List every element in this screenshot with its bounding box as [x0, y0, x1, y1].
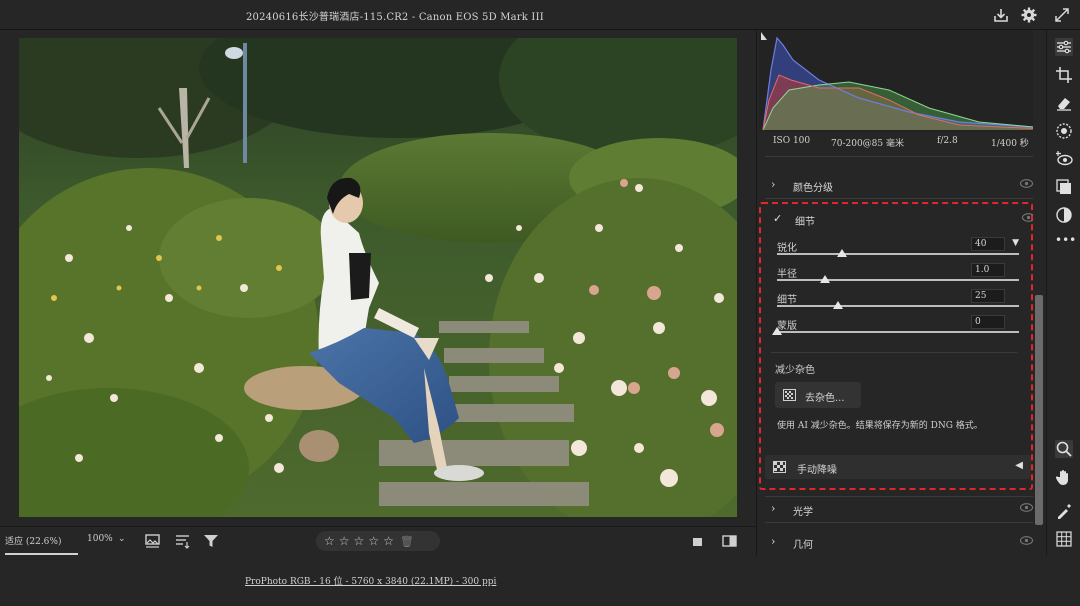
title-bar: 20240616长沙普瑞酒店-115.CR2 - Canon EOS 5D Ma…: [0, 0, 1080, 30]
manual-noise-reduction[interactable]: 手动降噪 ◀: [765, 455, 1031, 479]
slider-track[interactable]: [777, 253, 1019, 255]
divider: [771, 352, 1017, 353]
chevron-right-icon: ›: [771, 502, 776, 515]
slider-label: 细节: [777, 295, 797, 306]
tool-strip: •••: [1046, 30, 1080, 556]
slider-value[interactable]: 1.0: [971, 263, 1005, 277]
slider-thumb[interactable]: [837, 249, 848, 257]
section-detail[interactable]: ✓ 细节: [771, 210, 1036, 230]
section-label: 几何: [793, 540, 813, 551]
trash-icon[interactable]: 🗑: [400, 535, 414, 548]
star-3[interactable]: ☆: [354, 534, 365, 548]
scrollbar-thumb[interactable]: [1035, 295, 1043, 525]
denoise-button-label: 去杂色...: [805, 393, 845, 404]
view-toolbar: 适应 (22.6%) 100% ⌄ ☆ ☆ ☆ ☆ ☆ 🗑: [0, 526, 756, 556]
slider-value[interactable]: 25: [971, 289, 1005, 303]
section-label: 光学: [793, 507, 813, 518]
collapse-triangle-icon[interactable]: ▼: [1012, 238, 1019, 248]
slider-radius[interactable]: 半径 1.0: [775, 263, 1021, 289]
zoom-icon[interactable]: [1055, 440, 1073, 458]
eraser-icon[interactable]: [1055, 94, 1073, 112]
slider-label: 锐化: [777, 243, 797, 254]
slider-thumb[interactable]: [772, 327, 782, 335]
window-title: 20240616长沙普瑞酒店-115.CR2 - Canon EOS 5D Ma…: [246, 12, 544, 23]
camera-raw-window: 20240616长沙普瑞酒店-115.CR2 - Canon EOS 5D Ma…: [0, 0, 1080, 606]
expand-left-icon[interactable]: ◀: [1015, 460, 1023, 471]
star-2[interactable]: ☆: [339, 534, 350, 548]
crop-icon[interactable]: [1055, 66, 1073, 84]
exif-shutter: 1/400 秒: [991, 139, 1029, 149]
denoise-icon: [783, 389, 796, 401]
chevron-right-icon: ›: [771, 535, 776, 548]
divider: [765, 522, 1033, 523]
slider-label: 半径: [777, 269, 797, 280]
slider-track[interactable]: [777, 279, 1019, 281]
denoise-button[interactable]: 去杂色...: [775, 382, 861, 408]
star-4[interactable]: ☆: [368, 534, 379, 548]
photo-preview[interactable]: [19, 38, 737, 517]
star-1[interactable]: ☆: [324, 534, 335, 548]
exif-lens: 70-200@85 毫米: [831, 139, 904, 149]
section-label: 细节: [795, 217, 815, 228]
section-label: 颜色分级: [793, 183, 833, 194]
divider: [765, 156, 1033, 157]
eye-icon[interactable]: [1019, 536, 1034, 545]
slider-sharpening[interactable]: 锐化 40 ▼: [775, 237, 1021, 263]
section-optics[interactable]: › 光学: [769, 500, 1034, 520]
detail-section: ✓ 细节 锐化 40 ▼ 半径 1.0 细节 25 蒙版 0 减少杂色 去杂色.…: [759, 202, 1036, 490]
edit-sliders-icon[interactable]: [1055, 38, 1073, 56]
mask-icon[interactable]: [1055, 122, 1073, 140]
noise-reduction-label: 减少杂色: [775, 365, 815, 376]
fullscreen-icon[interactable]: [1053, 6, 1071, 24]
filmstrip-icon[interactable]: [145, 533, 161, 549]
grid-icon[interactable]: [1055, 530, 1073, 548]
slider-track[interactable]: [777, 305, 1019, 307]
image-canvas[interactable]: [0, 30, 756, 526]
slider-track[interactable]: [777, 331, 1019, 333]
zoom-dropdown-icon[interactable]: ⌄: [118, 534, 126, 544]
exif-info: ISO 100 70-200@85 毫米 f/2.8 1/400 秒: [757, 136, 1047, 152]
slider-value[interactable]: 40: [971, 237, 1005, 251]
gear-icon[interactable]: [1020, 6, 1038, 24]
exif-iso: ISO 100: [773, 136, 811, 146]
more-icon[interactable]: •••: [1055, 234, 1076, 252]
exif-aperture: f/2.8: [937, 136, 958, 146]
presets-icon[interactable]: [1055, 178, 1073, 196]
fit-zoom-button[interactable]: 适应 (22.6%): [5, 534, 78, 555]
sampler-icon[interactable]: [1055, 502, 1073, 520]
slider-value[interactable]: 0: [971, 315, 1005, 329]
sort-icon[interactable]: [175, 533, 191, 549]
square-view-icon[interactable]: [690, 533, 706, 549]
status-bar: ProPhoto RGB - 16 位 - 5760 x 3840 (22.1M…: [0, 556, 1080, 606]
zoom-100-button[interactable]: 100%: [87, 534, 113, 544]
slider-thumb[interactable]: [832, 301, 843, 309]
slider-masking[interactable]: 蒙版 0: [772, 315, 1021, 341]
snapshot-icon[interactable]: [1055, 206, 1073, 224]
slider-detail[interactable]: 细节 25: [775, 289, 1021, 315]
before-after-icon[interactable]: [722, 533, 738, 549]
section-color-grading[interactable]: › 颜色分级: [769, 176, 1034, 196]
divider: [765, 198, 1033, 199]
section-geometry[interactable]: › 几何: [769, 533, 1034, 553]
slider-thumb[interactable]: [820, 275, 831, 283]
filter-icon[interactable]: [203, 533, 219, 549]
checker-icon: [773, 461, 786, 473]
edit-panel: ISO 100 70-200@85 毫米 f/2.8 1/400 秒 › 颜色分…: [756, 30, 1046, 556]
ai-denoise-note: 使用 AI 减少杂色。结果将保存为新的 DNG 格式。: [777, 421, 983, 431]
download-icon[interactable]: [992, 6, 1010, 24]
eye-icon[interactable]: [1019, 179, 1034, 188]
chevron-right-icon: ›: [771, 178, 776, 191]
eye-icon[interactable]: [1019, 503, 1034, 512]
hand-icon[interactable]: [1055, 468, 1073, 486]
star-rating[interactable]: ☆ ☆ ☆ ☆ ☆ 🗑: [316, 531, 440, 551]
manual-noise-label: 手动降噪: [797, 465, 837, 476]
workflow-options-link[interactable]: ProPhoto RGB - 16 位 - 5760 x 3840 (22.1M…: [245, 574, 496, 587]
chevron-down-icon: ✓: [773, 212, 783, 225]
redeye-icon[interactable]: [1055, 150, 1073, 168]
divider: [765, 496, 1033, 497]
histogram: [759, 30, 1046, 132]
star-5[interactable]: ☆: [383, 534, 394, 548]
